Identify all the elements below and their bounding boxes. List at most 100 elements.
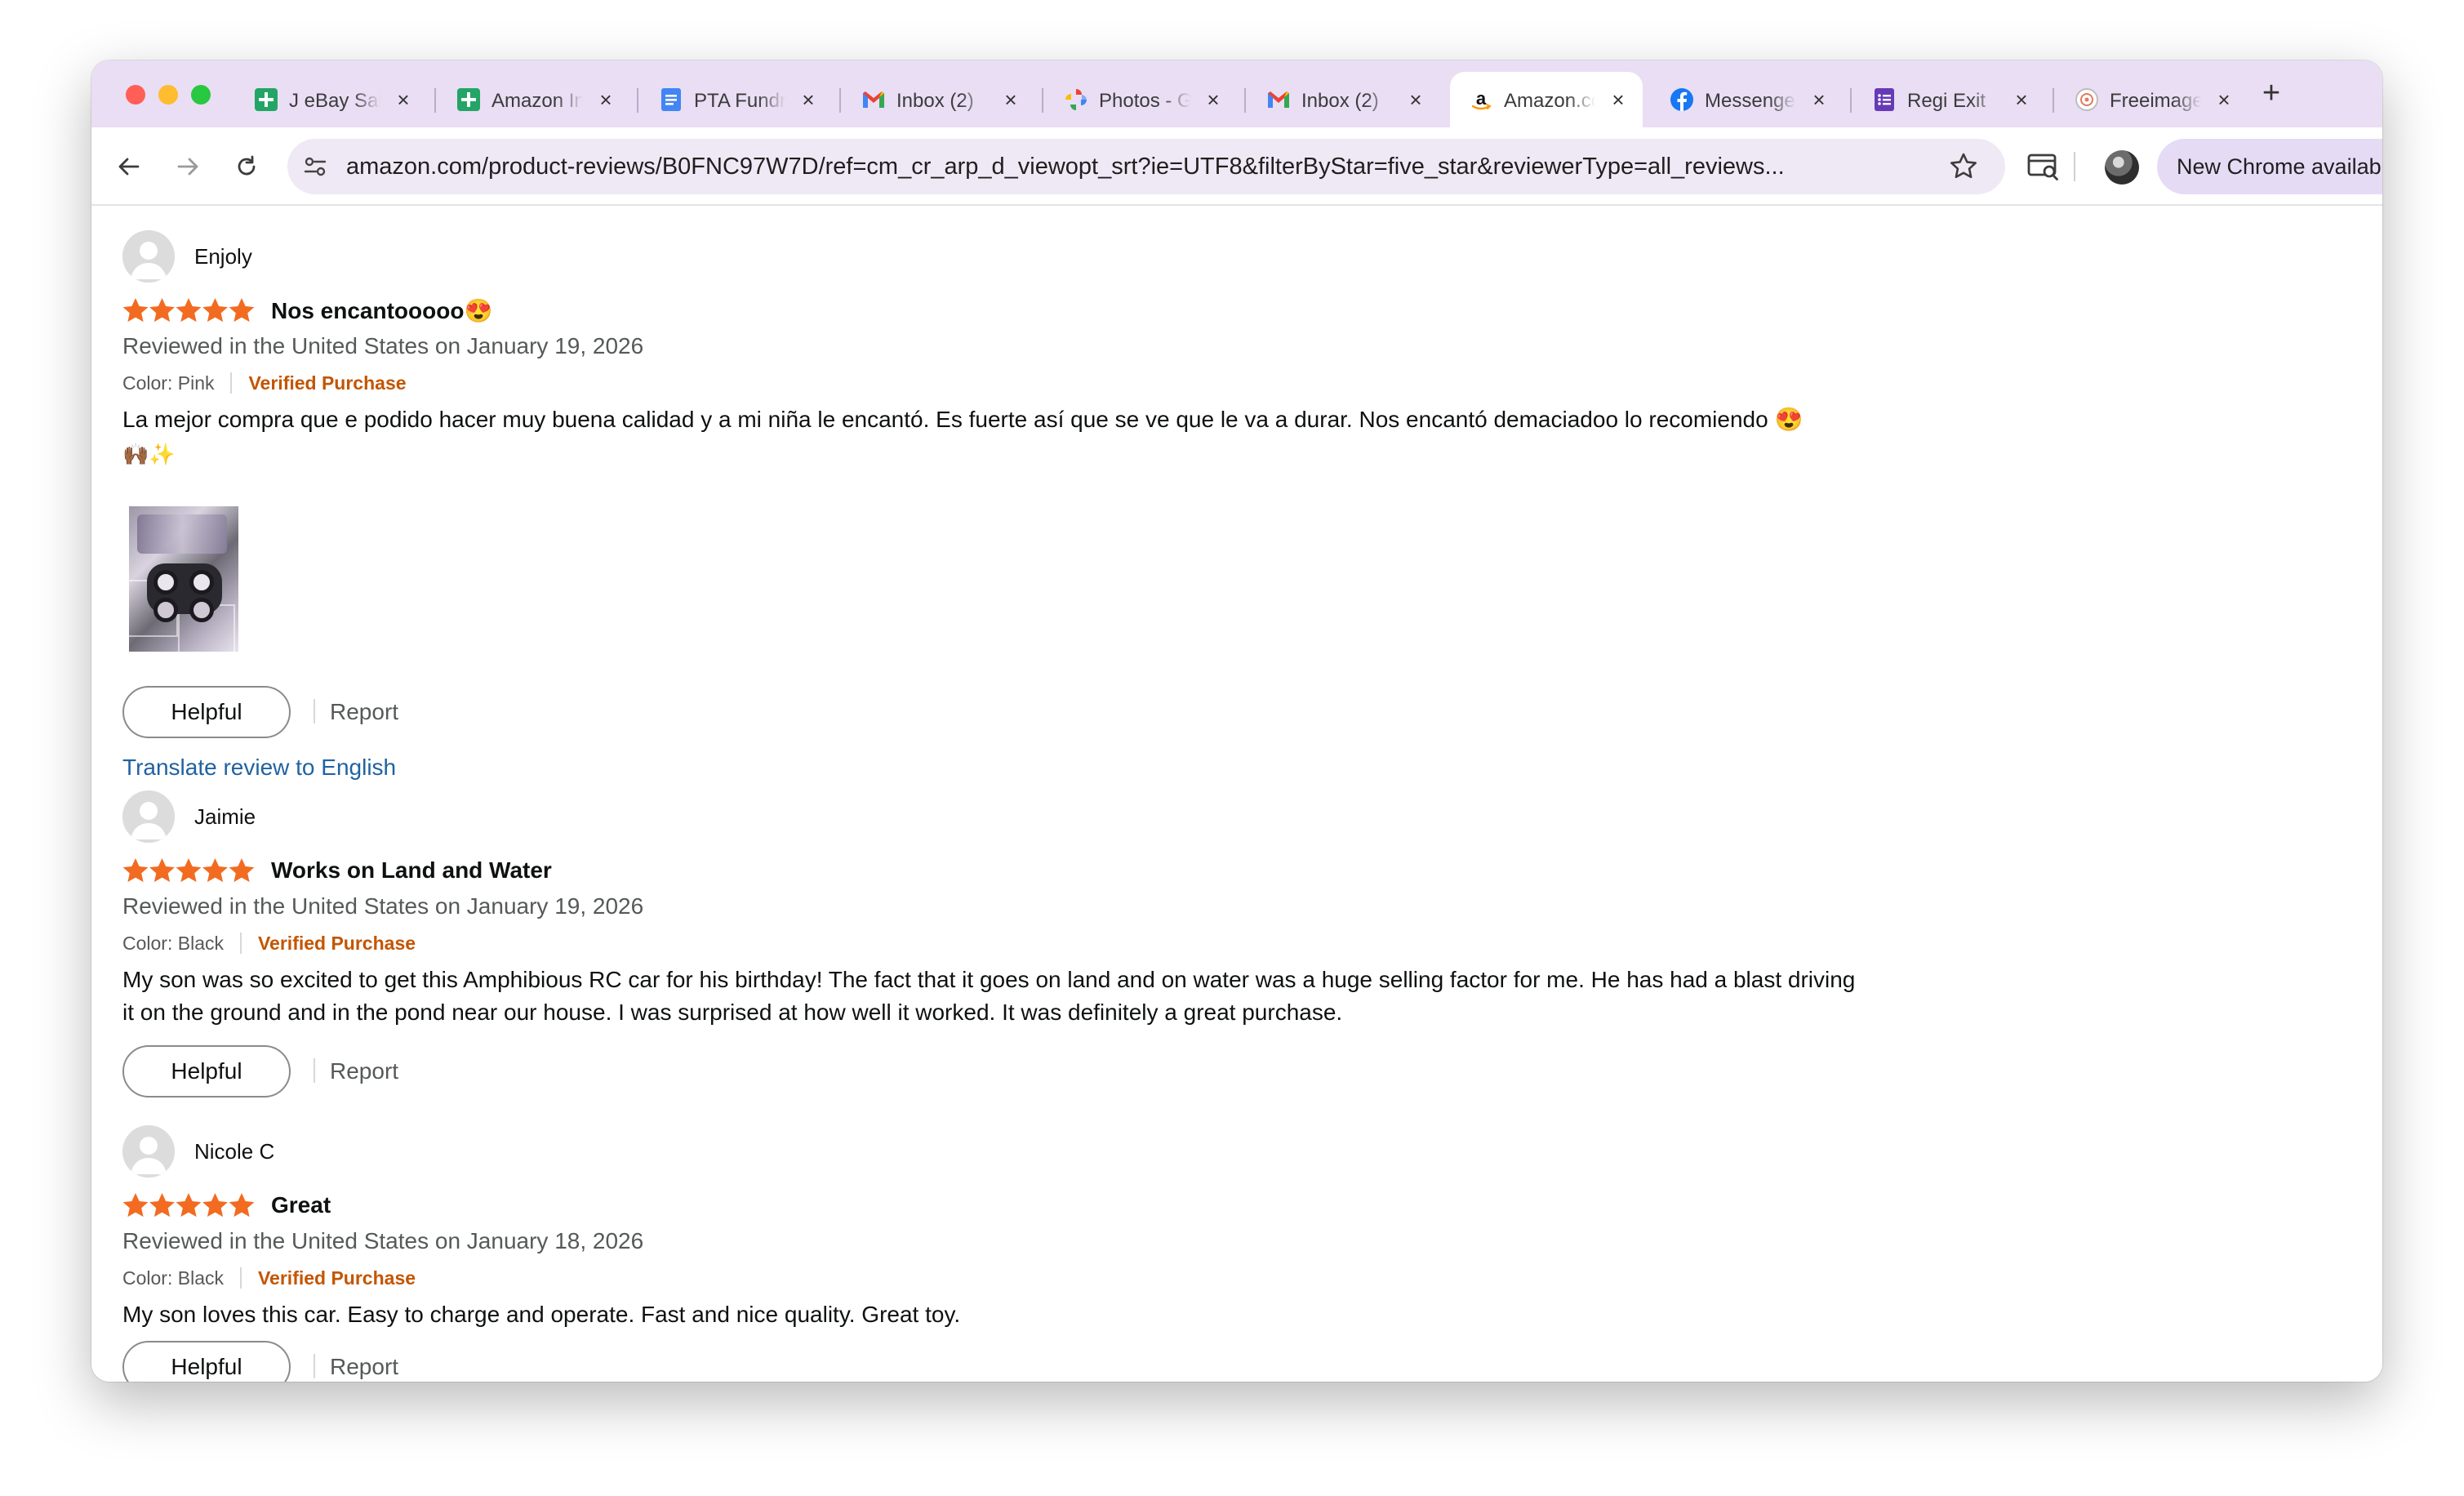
tab-title: Photos - Google	[1099, 90, 1190, 112]
update-label: New Chrome available	[2177, 154, 2382, 179]
arrow-right-icon	[177, 158, 198, 176]
profile-avatar[interactable]	[2105, 150, 2139, 185]
review-date: Reviewed in the United States on January…	[122, 1228, 644, 1253]
tab-divider	[839, 88, 841, 113]
helpful-button[interactable]: Helpful	[122, 1045, 291, 1098]
color-variant[interactable]: Color: Pink	[122, 372, 214, 394]
review-title[interactable]: Works on Land and Water	[271, 857, 552, 884]
avatar	[122, 790, 175, 843]
tab-amazon-inventory[interactable]: Amazon Inventory ×	[438, 72, 630, 127]
tab-gmail-inbox-2[interactable]: Inbox (2) ×	[1248, 72, 1440, 127]
action-divider	[314, 1354, 315, 1378]
address-bar[interactable]: amazon.com/product-reviews/B0FNC97W7D/re…	[287, 139, 2005, 194]
report-link[interactable]: Report	[330, 699, 398, 725]
star-rating-icon[interactable]	[122, 297, 255, 325]
report-link[interactable]: Report	[330, 1058, 398, 1084]
arrow-left-icon	[118, 158, 140, 176]
close-icon[interactable]: ×	[392, 88, 415, 111]
color-variant[interactable]: Color: Black	[122, 1267, 224, 1289]
tab-title: Amazon.com	[1504, 90, 1595, 112]
back-button[interactable]	[108, 145, 150, 188]
new-chrome-available-button[interactable]: New Chrome available	[2157, 139, 2382, 194]
forward-button[interactable]	[167, 145, 209, 188]
docs-icon	[661, 88, 681, 111]
svg-text:a: a	[1476, 88, 1487, 109]
review-date: Reviewed in the United States on January…	[122, 333, 644, 358]
reviewer-profile[interactable]: Jaimie	[122, 790, 256, 843]
gmail-icon	[1268, 91, 1289, 108]
url-text[interactable]: amazon.com/product-reviews/B0FNC97W7D/re…	[346, 154, 1889, 181]
review-body: My son loves this car. Easy to charge an…	[122, 1302, 961, 1327]
reviewer-name: Enjoly	[194, 243, 252, 269]
tab-title: J eBay Sales	[289, 90, 380, 112]
close-icon[interactable]: ×	[1808, 88, 1830, 111]
meta-divider	[230, 372, 233, 394]
tab-title: Freeimages	[2110, 90, 2201, 112]
browser-window: J eBay Sales × Amazon Inventory × PTA Fu…	[91, 60, 2382, 1382]
close-icon[interactable]: ×	[594, 88, 617, 111]
verified-purchase-badge: Verified Purchase	[248, 372, 407, 394]
tab-divider	[434, 88, 436, 113]
tab-title: Amazon Inventory	[491, 90, 583, 112]
review-body: My son was so excited to get this Amphib…	[122, 967, 1856, 1025]
tab-amazon-active[interactable]: a Amazon.com ×	[1450, 72, 1643, 127]
close-icon[interactable]: ×	[999, 88, 1022, 111]
facebook-icon	[1670, 88, 1693, 111]
tab-pta-fundraiser[interactable]: PTA Fundraiser ×	[640, 72, 833, 127]
search-tabs-icon[interactable]	[2025, 149, 2061, 185]
translate-review-link[interactable]: Translate review to English	[122, 755, 396, 781]
star-rating-icon[interactable]	[122, 857, 255, 885]
zoom-window-button[interactable]	[191, 85, 211, 105]
tab-google-photos[interactable]: Photos - Google ×	[1045, 72, 1238, 127]
tab-title: PTA Fundraiser	[694, 90, 785, 112]
browser-toolbar: amazon.com/product-reviews/B0FNC97W7D/re…	[91, 127, 2382, 206]
review-body-continued: 🙌🏾✨	[122, 441, 176, 466]
close-window-button[interactable]	[126, 85, 145, 105]
close-icon[interactable]: ×	[797, 88, 820, 111]
page-content: Enjoly Nos encantooooo😍 Reviewed in the …	[91, 207, 2382, 1382]
tab-title: Inbox (2)	[896, 90, 974, 112]
avatar	[122, 1125, 175, 1178]
review-body: La mejor compra que e podido hacer muy b…	[122, 407, 1804, 432]
sheets-icon	[255, 88, 278, 111]
tab-divider	[2053, 88, 2054, 113]
meta-divider	[239, 933, 242, 954]
review-title[interactable]: Great	[271, 1192, 331, 1218]
close-icon[interactable]: ×	[1202, 88, 1225, 111]
reload-icon	[238, 155, 256, 176]
tab-gmail-inbox[interactable]: Inbox (2) ×	[843, 72, 1035, 127]
site-settings-icon	[304, 157, 327, 176]
freeimages-icon	[2075, 88, 2098, 111]
review-image-thumbnail[interactable]	[129, 506, 238, 652]
review-title[interactable]: Nos encantooooo😍	[271, 297, 492, 324]
close-icon[interactable]: ×	[1607, 88, 1630, 111]
forms-icon	[1875, 88, 1894, 111]
tab-divider	[1850, 88, 1852, 113]
close-icon[interactable]: ×	[2213, 88, 2235, 111]
helpful-button[interactable]: Helpful	[122, 686, 291, 738]
minimize-window-button[interactable]	[158, 85, 178, 105]
star-rating-icon[interactable]	[122, 1192, 255, 1220]
color-variant[interactable]: Color: Black	[122, 933, 224, 955]
tab-freeimages[interactable]: Freeimages ×	[2056, 72, 2248, 127]
tab-title: Regi Exit	[1907, 90, 1986, 112]
verified-purchase-badge: Verified Purchase	[257, 1267, 416, 1289]
reviewer-profile[interactable]: Nicole C	[122, 1125, 274, 1178]
review-date: Reviewed in the United States on January…	[122, 893, 644, 919]
helpful-button[interactable]: Helpful	[122, 1341, 291, 1382]
report-link[interactable]: Report	[330, 1354, 398, 1380]
reviewer-profile[interactable]: Enjoly	[122, 230, 252, 283]
bookmark-star-icon[interactable]	[1948, 151, 1979, 182]
reload-button[interactable]	[225, 145, 268, 188]
amazon-icon: a	[1471, 88, 1492, 110]
tab-messenger[interactable]: Messenger ×	[1651, 72, 1844, 127]
review-meta: Color: Pink Verified Purchase	[122, 371, 407, 395]
new-tab-button[interactable]: +	[2253, 75, 2289, 111]
close-icon[interactable]: ×	[1404, 88, 1427, 111]
toolbar-divider	[2074, 152, 2075, 181]
close-icon[interactable]: ×	[2010, 88, 2033, 111]
tab-ebay-sales[interactable]: J eBay Sales ×	[235, 72, 428, 127]
tab-regi-exit[interactable]: Regi Exit ×	[1853, 72, 2046, 127]
action-divider	[314, 1058, 315, 1083]
sheets-icon	[457, 88, 480, 111]
